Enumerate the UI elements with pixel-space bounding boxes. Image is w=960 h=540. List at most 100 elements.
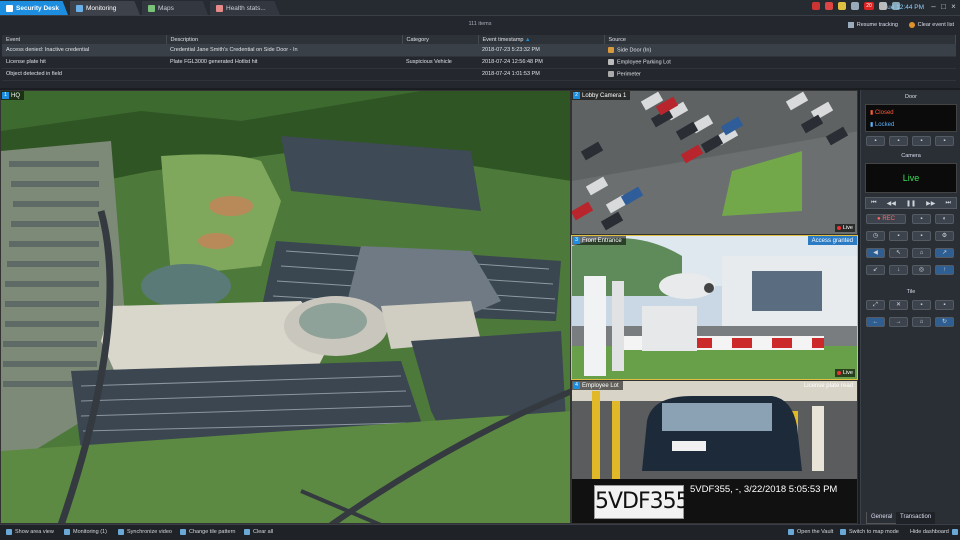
column-header-timestamp[interactable]: Event timestamp ▲ <box>478 35 605 44</box>
tile-camera-button[interactable]: ▪ <box>912 300 931 310</box>
pause-icon[interactable]: ❚❚ <box>906 200 916 207</box>
tile-label: 2 Lobby Camera 1 <box>572 91 631 100</box>
table-row[interactable]: Object detected in field 2018-07-24 1:01… <box>2 68 956 81</box>
door-icon <box>608 46 614 53</box>
ptz-down-button[interactable]: ↓ <box>889 265 908 275</box>
dashboard-panel: Door ▮ Closed ▮ Locked ▪ ▪ ▪ ▪ Camera Li… <box>860 90 960 524</box>
rewind-icon[interactable]: ⏮ <box>871 200 876 207</box>
ptz-zoom-button[interactable]: ◎ <box>912 265 931 275</box>
tile-employee-lot[interactable]: 5VDF355 5VDF355, -, 3/22/2018 5:05:53 PM… <box>571 380 858 524</box>
column-header-event[interactable]: Event <box>2 35 167 44</box>
bookmark-button[interactable]: ▪ <box>889 231 908 241</box>
playback-controls: ⏮ ◀◀ ❚❚ ▶▶ ⏭ <box>865 197 957 209</box>
column-header-description[interactable]: Description <box>166 35 403 44</box>
close-icon[interactable]: × <box>949 3 958 12</box>
table-row[interactable]: License plate hit Plate FGL3000 generate… <box>2 56 956 69</box>
live-icon[interactable]: ⏭ <box>946 200 951 207</box>
table-header-row: Event Description Category Event timesta… <box>2 35 956 44</box>
tab-label: Health stats... <box>226 4 266 12</box>
ptz-up-button[interactable]: ↑ <box>935 265 954 275</box>
column-header-source[interactable]: Source <box>604 35 956 44</box>
resume-tracking-button[interactable]: Resume tracking <box>847 22 898 28</box>
ptz-left-button[interactable]: ◀ <box>866 248 885 258</box>
door-override-button[interactable]: ▪ <box>889 136 908 146</box>
ptz-home-button[interactable]: ⌂ <box>912 248 931 258</box>
step-forward-icon[interactable]: ▶▶ <box>926 200 935 207</box>
column-header-category[interactable]: Category <box>402 35 479 44</box>
open-vault-button[interactable]: Open the Vault <box>788 529 833 535</box>
clear-all-label: Clear all <box>253 529 274 535</box>
step-back-icon[interactable]: ◀◀ <box>887 200 896 207</box>
tile-pattern-icon <box>180 529 186 535</box>
hide-dashboard-icon <box>951 529 958 535</box>
zoom-button[interactable]: ◐ <box>935 214 954 224</box>
clear-all-button[interactable]: Clear all <box>244 529 273 535</box>
user-icon[interactable] <box>825 2 833 10</box>
tile-refresh-button[interactable]: ↻ <box>935 317 954 327</box>
clear-all-icon <box>244 529 250 535</box>
clear-icon <box>908 22 915 28</box>
aerial-campus-image <box>1 91 570 523</box>
clear-event-list-button[interactable]: Clear event list <box>908 22 954 28</box>
snapshot-button[interactable]: ▪ <box>912 214 931 224</box>
sync-icon <box>118 529 124 535</box>
ptz-down-left-button[interactable]: ↙ <box>866 265 885 275</box>
hide-dashboard-button[interactable]: Hide dashboard <box>910 529 958 535</box>
door-unlock-button[interactable]: ▪ <box>866 136 885 146</box>
camera-icon[interactable] <box>851 2 859 10</box>
tab-monitoring[interactable]: Monitoring <box>70 1 140 15</box>
monitoring-icon <box>76 4 83 12</box>
monitoring-icon <box>64 529 70 535</box>
settings-button[interactable]: ⚙ <box>935 231 954 241</box>
tile-next-button[interactable]: → <box>889 317 908 327</box>
door-locked-status: ▮ Locked <box>870 122 895 128</box>
tile-lobby-camera[interactable]: 2 Lobby Camera 1 Live <box>571 90 858 235</box>
record-button[interactable]: ● REC <box>866 214 906 224</box>
synchronize-video-button[interactable]: Synchronize video <box>118 529 172 535</box>
show-area-view-button[interactable]: Show area view <box>6 529 54 535</box>
tab-security-desk[interactable]: Security Desk <box>0 1 68 15</box>
tile-expand-button[interactable]: ⤢ <box>866 300 885 310</box>
alert-badge[interactable]: 20 <box>864 2 874 10</box>
tile-front-entrance[interactable]: 3 Front Entrance Access granted Live <box>571 235 858 380</box>
table-row[interactable]: Access denied: Inactive credential Crede… <box>2 44 956 57</box>
ptz-up-left-button[interactable]: ↖ <box>889 248 908 258</box>
live-indicator: Live <box>834 369 855 377</box>
door-lock-button[interactable]: ▪ <box>935 136 954 146</box>
plate-read-panel: 5VDF355 5VDF355, -, 3/22/2018 5:05:53 PM <box>572 479 857 523</box>
tile-map-hq[interactable]: 1 HQ <box>0 90 571 524</box>
vault-label: Open the Vault <box>797 529 834 535</box>
tab-maps[interactable]: Maps <box>142 1 208 15</box>
map-mode-icon <box>840 529 846 535</box>
monitoring-button[interactable]: Monitoring (1) <box>64 529 107 535</box>
bell-icon[interactable] <box>838 2 846 10</box>
cell-timestamp: 2018-07-24 12:56:48 PM <box>478 56 604 69</box>
area-view-icon <box>6 529 12 535</box>
tile-clear-button[interactable]: ✕ <box>889 300 908 310</box>
cell-category: Suspicious Vehicle <box>402 56 478 69</box>
cell-source: Employee Parking Lot <box>604 56 956 69</box>
ptz-up-right-button[interactable]: ↗ <box>935 248 954 258</box>
tile-previous-button[interactable]: ← <box>866 317 885 327</box>
change-tile-pattern-button[interactable]: Change tile pattern <box>180 529 235 535</box>
cell-source: Perimeter <box>604 68 956 81</box>
clock-button[interactable]: ◷ <box>866 231 885 241</box>
pattern-label: Change tile pattern <box>189 529 236 535</box>
phone-icon[interactable] <box>812 2 820 10</box>
plate-read-text: 5VDF355, -, 3/22/2018 5:05:53 PM <box>690 484 838 495</box>
live-indicator: Live <box>834 224 855 232</box>
door-shunt-button[interactable]: ▪ <box>912 136 931 146</box>
camera-section-title: Camera <box>901 153 921 159</box>
minimize-icon[interactable]: – <box>929 3 938 12</box>
cell-event: Access denied: Inactive credential <box>2 44 166 57</box>
maximize-icon[interactable]: □ <box>939 3 948 12</box>
tile-home-button[interactable]: ⌂ <box>912 317 931 327</box>
tab-general[interactable]: General <box>866 512 898 524</box>
tab-transaction[interactable]: Transaction <box>896 512 936 524</box>
ptz-button[interactable]: ▪ <box>912 231 931 241</box>
front-entrance-feed <box>572 236 857 379</box>
tab-health-stats[interactable]: Health stats... <box>210 1 280 15</box>
switch-map-mode-button[interactable]: Switch to map mode <box>840 529 899 535</box>
tile-map-button[interactable]: ▪ <box>935 300 954 310</box>
access-status-badge: Access granted <box>807 236 857 245</box>
